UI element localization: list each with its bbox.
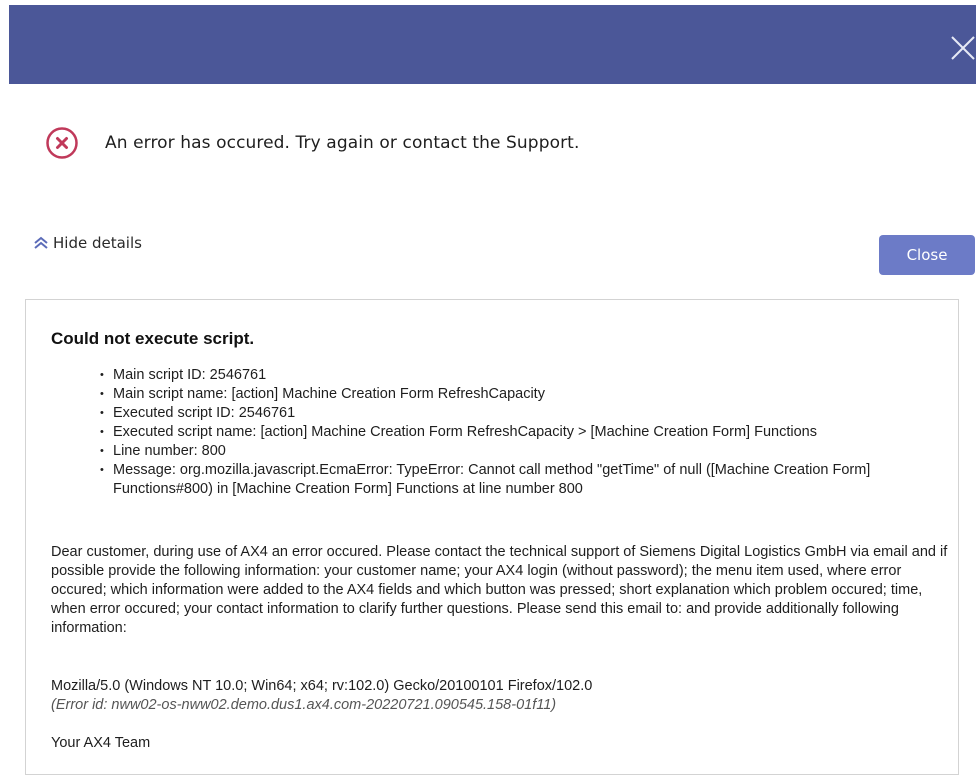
details-list: Main script ID: 2546761 Main script name… <box>100 366 950 499</box>
error-details-panel: Could not execute script. Main script ID… <box>25 299 959 775</box>
error-id-text: (Error id: nww02-os-nww02.demo.dus1.ax4.… <box>51 697 557 713</box>
hide-details-label: Hide details <box>53 234 142 252</box>
dialog-titlebar <box>9 5 976 84</box>
list-item: Main script ID: 2546761 <box>100 366 950 385</box>
error-message-row: An error has occured. Try again or conta… <box>45 125 579 161</box>
close-button[interactable]: Close <box>879 235 975 275</box>
signature-text: Your AX4 Team <box>51 735 151 751</box>
list-item: Executed script name: [action] Machine C… <box>100 423 950 442</box>
error-dialog: An error has occured. Try again or conta… <box>0 0 976 782</box>
double-chevron-up-icon <box>32 235 50 251</box>
error-message: An error has occured. Try again or conta… <box>105 133 580 153</box>
list-item: Executed script ID: 2546761 <box>100 404 950 423</box>
hide-details-toggle[interactable]: Hide details <box>32 234 142 252</box>
close-icon[interactable] <box>948 33 976 63</box>
details-title: Could not execute script. <box>51 329 255 348</box>
support-description: Dear customer, during use of AX4 an erro… <box>51 544 948 636</box>
list-item: Message: org.mozilla.javascript.EcmaErro… <box>100 461 950 499</box>
list-item: Line number: 800 <box>100 442 950 461</box>
list-item: Main script name: [action] Machine Creat… <box>100 385 950 404</box>
user-agent-text: Mozilla/5.0 (Windows NT 10.0; Win64; x64… <box>51 678 593 694</box>
error-circle-icon <box>45 126 79 160</box>
